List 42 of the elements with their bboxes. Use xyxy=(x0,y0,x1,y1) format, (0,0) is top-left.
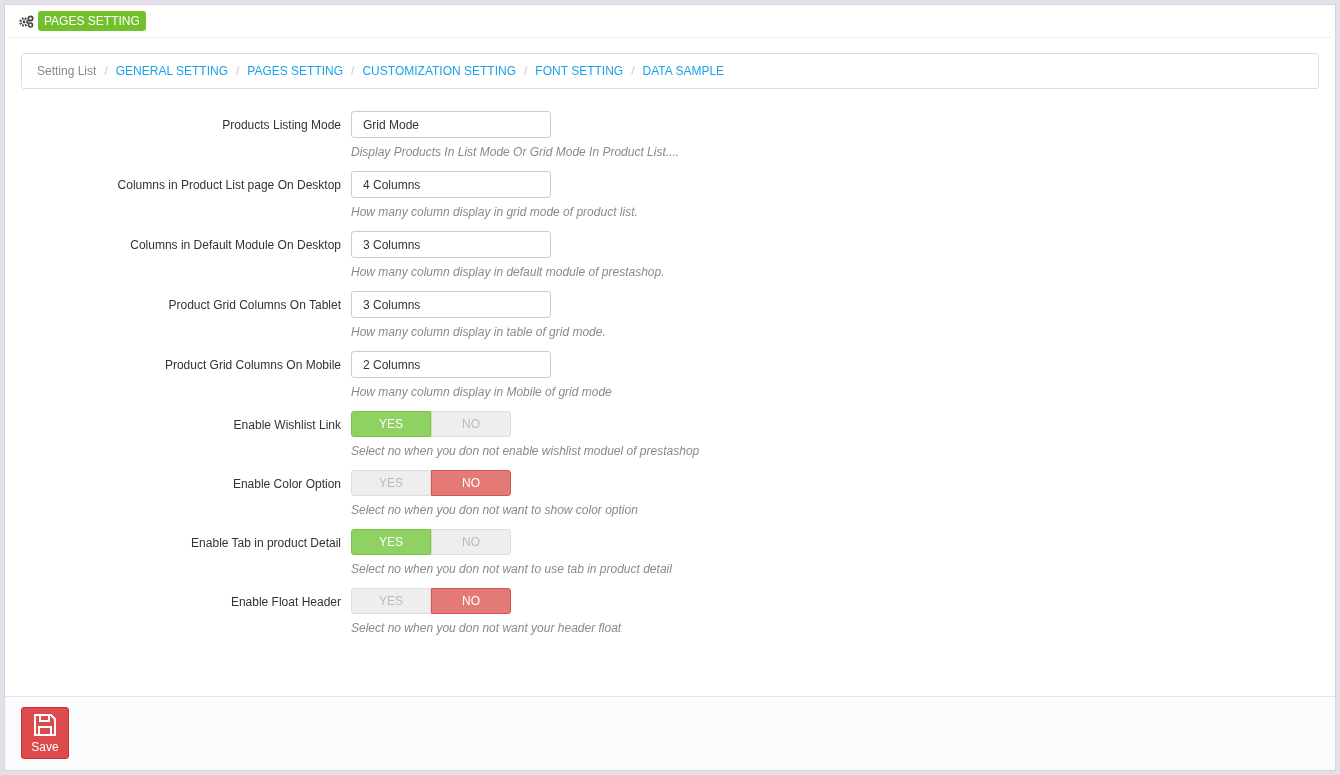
breadcrumb-link[interactable]: CUSTOMIZATION SETTING xyxy=(362,64,516,78)
breadcrumb-separator: / xyxy=(631,64,635,78)
breadcrumb-link[interactable]: Setting List xyxy=(37,64,97,78)
select-field[interactable]: 3 Columns xyxy=(351,231,551,258)
select-field[interactable]: 3 Columns xyxy=(351,291,551,318)
select-field[interactable]: 4 Columns xyxy=(351,171,551,198)
breadcrumb-link[interactable]: GENERAL SETTING xyxy=(115,64,228,78)
help-text: How many column display in grid mode of product list. xyxy=(351,205,639,221)
field-label: Enable Wishlist Link xyxy=(232,417,341,432)
help-text: How many column display in table of grid mode. xyxy=(351,325,607,341)
toggle-option[interactable]: NO xyxy=(431,588,511,614)
breadcrumb-separator: / xyxy=(104,64,108,78)
gears-icon xyxy=(19,14,34,28)
select-field[interactable]: 2 Columns xyxy=(351,351,551,378)
breadcrumb-separator: / xyxy=(351,64,355,78)
breadcrumb-link[interactable]: PAGES SETTING xyxy=(247,64,344,78)
field-label: Product Grid Columns On Mobile xyxy=(163,357,341,372)
toggle-option[interactable]: YES xyxy=(351,411,431,437)
panel-title: PAGES SETTING xyxy=(38,11,146,31)
field-label: Columns in Product List page On Desktop xyxy=(116,177,341,192)
breadcrumb-link[interactable]: DATA SAMPLE xyxy=(642,64,725,78)
field-label: Enable Float Header xyxy=(229,594,341,609)
help-text: Select no when you don not want to show color option xyxy=(351,503,639,519)
field-label: Product Grid Columns On Tablet xyxy=(167,297,341,312)
help-text: How many column display in Mobile of grid mode xyxy=(351,385,613,401)
help-text: Select no when you don not want to use tab in product detail xyxy=(351,562,673,578)
field-label: Enable Tab in product Detail xyxy=(190,535,341,550)
help-text: Select no when you don not enable wishlist moduel of prestashop xyxy=(351,444,701,460)
select-field[interactable]: Grid Mode xyxy=(351,111,551,138)
field-label: Enable Color Option xyxy=(231,476,341,491)
field-label: Products Listing Mode xyxy=(221,117,341,132)
breadcrumb-link[interactable]: FONT SETTING xyxy=(535,64,624,78)
breadcrumb-separator: / xyxy=(235,64,240,78)
breadcrumb-separator: / xyxy=(524,64,528,78)
save-icon xyxy=(32,712,58,738)
help-text: Select no when you don not want your header float xyxy=(351,621,623,637)
save-button[interactable]: Save xyxy=(21,707,69,759)
help-text: How many column display in default module of prestashop. xyxy=(351,265,666,281)
toggle-option[interactable]: NO xyxy=(431,470,511,496)
toggle-option[interactable]: YES xyxy=(351,529,431,555)
field-label: Columns in Default Module On Desktop xyxy=(129,237,341,252)
help-text: Display Products In List Mode Or Grid Mode In Product List.... xyxy=(351,145,681,161)
